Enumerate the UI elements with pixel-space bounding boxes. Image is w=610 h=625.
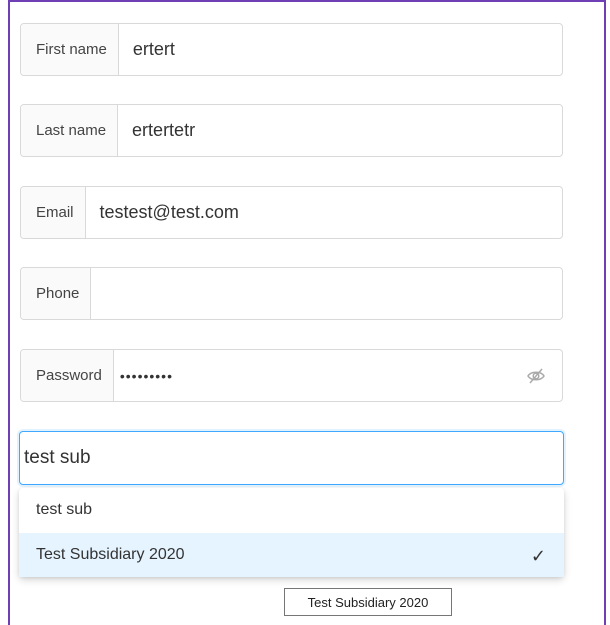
phone-group: Phone — [20, 267, 563, 320]
dropdown-option-label: Test Subsidiary 2020 — [36, 546, 185, 563]
first-name-label: First name — [21, 24, 119, 75]
tooltip: Test Subsidiary 2020 — [284, 588, 452, 616]
phone-input[interactable] — [91, 268, 562, 319]
phone-label: Phone — [21, 268, 92, 319]
last-name-group: Last name ertertetr — [20, 104, 563, 157]
last-name-input[interactable]: ertertetr — [118, 105, 562, 156]
email-group: Email testest@test.com — [20, 186, 563, 239]
dropdown-option-test-sub[interactable]: test sub — [19, 488, 564, 532]
password-label: Password — [21, 350, 114, 401]
first-name-group: First name ertert — [20, 23, 563, 76]
last-name-label: Last name — [21, 105, 119, 156]
eye-slash-icon[interactable] — [526, 366, 546, 391]
password-group: Password ••••••••• — [20, 349, 563, 402]
email-label: Email — [21, 187, 86, 238]
dropdown-option-test-subsidiary-2020[interactable]: Test Subsidiary 2020 ✓ — [19, 533, 564, 577]
password-input[interactable]: ••••••••• — [114, 350, 562, 401]
email-input[interactable]: testest@test.com — [86, 187, 562, 238]
checkmark-icon: ✓ — [530, 546, 546, 566]
subsidiary-search-input[interactable]: test sub — [19, 431, 564, 485]
first-name-input[interactable]: ertert — [119, 24, 562, 75]
subsidiary-dropdown: test sub Test Subsidiary 2020 ✓ — [19, 488, 564, 577]
